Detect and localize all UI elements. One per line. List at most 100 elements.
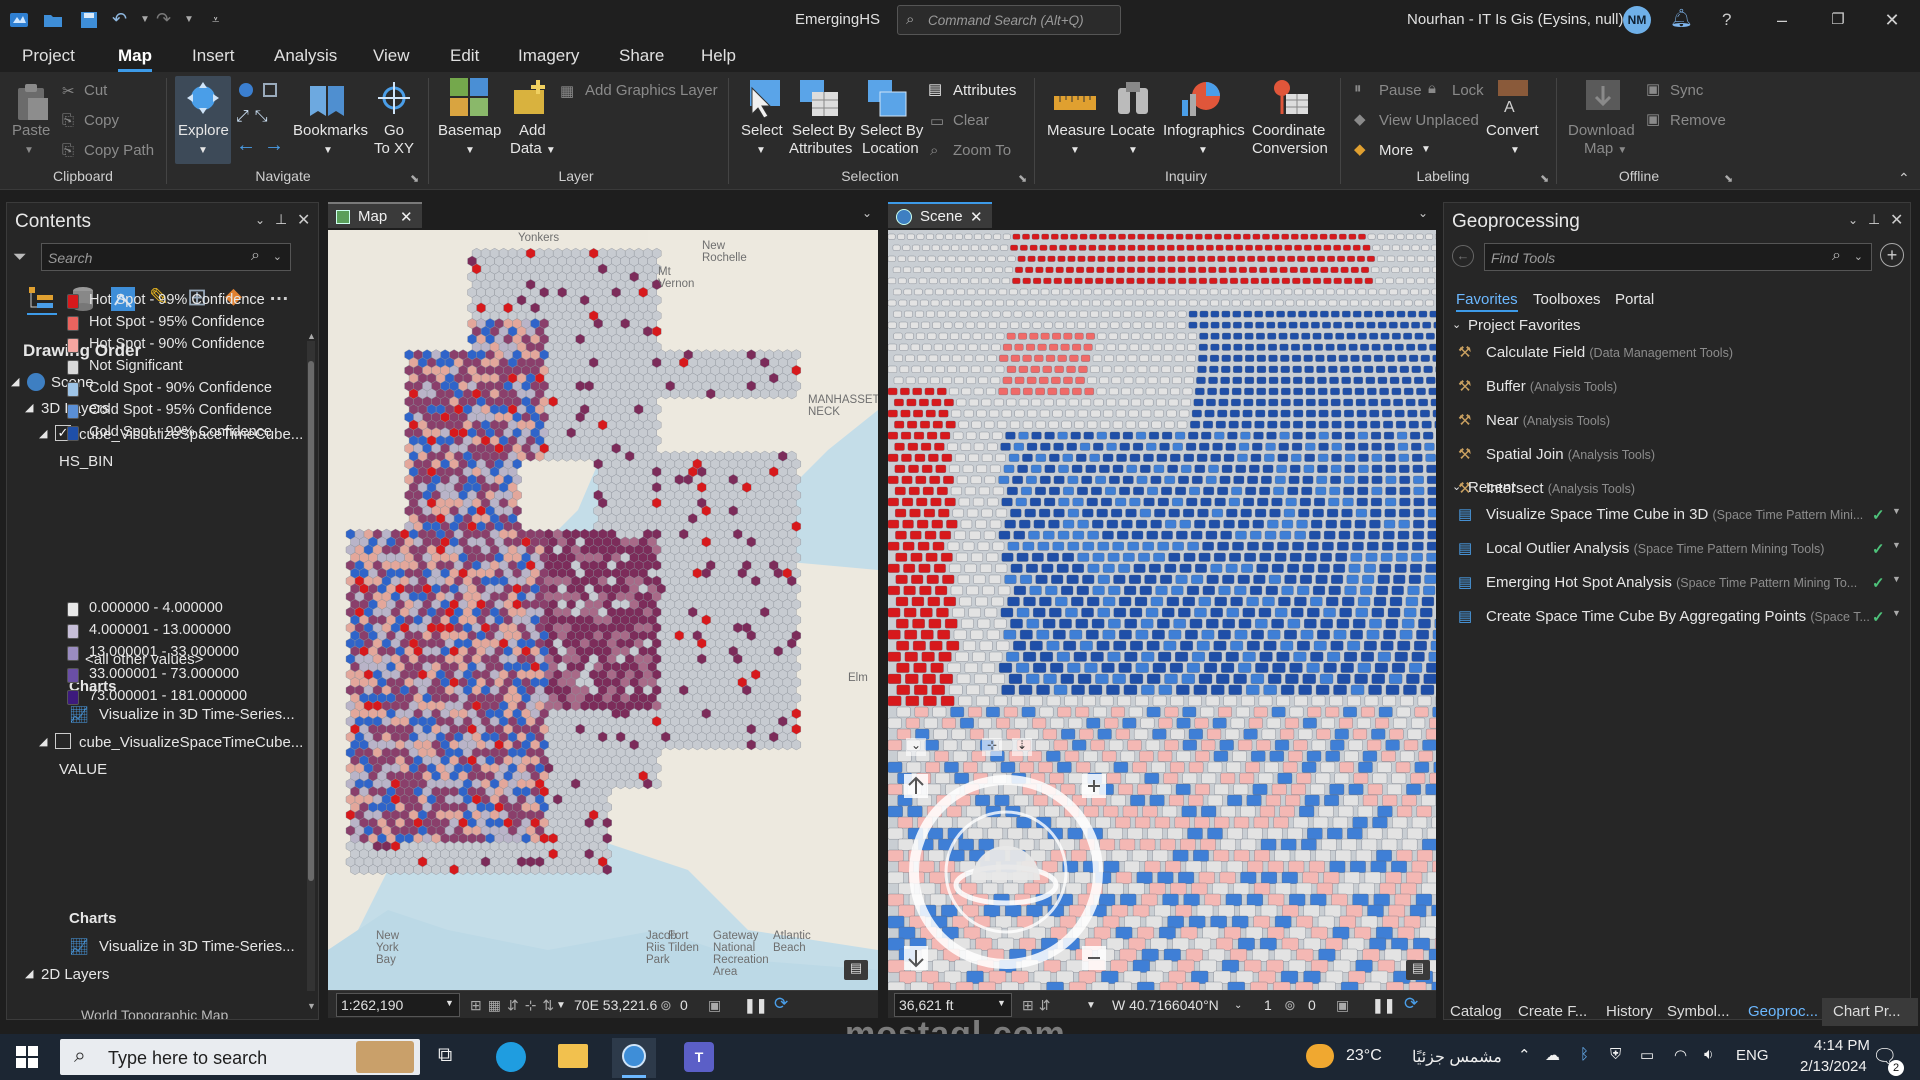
- open-project-icon[interactable]: [42, 9, 64, 31]
- restore-button[interactable]: ❐: [1818, 6, 1858, 34]
- measure-dropdown-icon[interactable]: ▼: [1070, 142, 1080, 160]
- basemap-button[interactable]: Basemap: [438, 122, 501, 140]
- legend-label[interactable]: Not Significant: [89, 358, 183, 374]
- legend-label[interactable]: 33.000001 - 73.000000: [89, 666, 239, 682]
- scene-canvas[interactable]: [888, 230, 1436, 990]
- legend-label[interactable]: Hot Spot - 95% Confidence: [89, 314, 265, 330]
- cut-icon[interactable]: ✂: [62, 82, 75, 100]
- previous-next-extent-icon[interactable]: ←→: [236, 134, 292, 157]
- tab-project[interactable]: Project: [22, 46, 75, 66]
- legend-swatch[interactable]: [67, 690, 79, 705]
- go-to-xy-icon[interactable]: [378, 80, 410, 120]
- fixed-zoom-icon[interactable]: ⤢⤡: [236, 108, 274, 126]
- lock-button[interactable]: Lock: [1452, 82, 1484, 99]
- paste-button[interactable]: Paste: [12, 122, 50, 140]
- pause-labeling-icon[interactable]: ⏸: [1354, 80, 1362, 97]
- select-by-attributes-label-2[interactable]: Attributes: [789, 140, 852, 158]
- zoom-to-button[interactable]: Zoom To: [953, 142, 1011, 159]
- scene-view[interactable]: ⌄ ⊹ ⇣ ▤: [888, 230, 1436, 990]
- measure-icon[interactable]: [1054, 82, 1098, 118]
- map-scale-select[interactable]: 1:262,190 ▼: [336, 993, 460, 1017]
- convert-button[interactable]: Convert: [1486, 122, 1539, 140]
- legend-swatch[interactable]: [67, 338, 79, 353]
- convert-dropdown-icon[interactable]: ▼: [1510, 142, 1520, 160]
- expand-arrow-icon[interactable]: ◢: [25, 967, 33, 980]
- copy-icon[interactable]: ⎘: [62, 112, 74, 129]
- attributes-icon[interactable]: ▤: [928, 80, 942, 98]
- go-to-xy-label-1[interactable]: Go: [384, 122, 404, 140]
- expand-arrow-icon[interactable]: ◢: [39, 735, 47, 748]
- legend-label[interactable]: 73.000001 - 181.000000: [89, 688, 247, 704]
- customize-toolbar-icon[interactable]: ⩡: [212, 12, 234, 34]
- save-icon[interactable]: [78, 9, 100, 31]
- download-map-icon[interactable]: [1584, 78, 1624, 118]
- bookmarks-button[interactable]: Bookmarks: [293, 122, 368, 140]
- go-to-xy-label-2[interactable]: To XY: [374, 140, 414, 158]
- coordinate-conversion-label-2[interactable]: Conversion: [1252, 140, 1328, 158]
- legend-swatch[interactable]: [67, 360, 79, 375]
- pane-menu-icon[interactable]: ⌄: [255, 213, 265, 227]
- legend-label[interactable]: Cold Spot - 99% Confidence: [89, 424, 272, 440]
- command-search-input[interactable]: ⌕ Command Search (Alt+Q): [897, 5, 1121, 35]
- infographics-button[interactable]: Infographics: [1163, 122, 1245, 140]
- signed-in-user[interactable]: Nourhan - IT Is Gis (Eysins, null): [1407, 11, 1623, 28]
- more-labeling-icon[interactable]: ◆: [1354, 140, 1366, 158]
- map-canvas[interactable]: [328, 230, 878, 990]
- view-menu-icon[interactable]: ⌄: [1418, 206, 1428, 220]
- more-dropdown-icon[interactable]: ▼: [1421, 144, 1431, 155]
- remove-icon[interactable]: ▣: [1646, 110, 1660, 128]
- add-data-label-1[interactable]: Add: [519, 122, 546, 140]
- close-tab-icon[interactable]: ✕: [970, 208, 983, 226]
- close-pane-icon[interactable]: ✕: [297, 210, 310, 230]
- scrollbar-thumb[interactable]: [308, 361, 314, 881]
- redo-dropdown-icon[interactable]: ▼: [184, 14, 206, 36]
- chart-item[interactable]: Visualize in 3D Time-Series...: [99, 706, 295, 723]
- select-by-attributes-label-1[interactable]: Select By: [792, 122, 855, 140]
- scrollbar-track[interactable]: [307, 341, 315, 991]
- select-icon[interactable]: [744, 78, 784, 118]
- legend-swatch[interactable]: [67, 382, 79, 397]
- basemap-row-clipped[interactable]: World Topographic Map: [55, 1009, 325, 1019]
- locate-button[interactable]: Locate: [1110, 122, 1155, 140]
- select-by-attributes-icon[interactable]: [800, 78, 840, 118]
- view-unplaced-icon[interactable]: ◆: [1354, 110, 1366, 128]
- copy-path-icon[interactable]: ⎘: [62, 142, 74, 159]
- tab-view[interactable]: View: [373, 46, 410, 66]
- scroll-up-icon[interactable]: ▲: [307, 331, 316, 341]
- contents-search-input[interactable]: Search ⌕ ⌄: [41, 243, 291, 271]
- legend-label[interactable]: Cold Spot - 90% Confidence: [89, 380, 272, 396]
- expand-arrow-icon[interactable]: ◢: [39, 427, 47, 440]
- close-button[interactable]: ✕: [1872, 6, 1912, 34]
- attributes-button[interactable]: Attributes: [953, 82, 1016, 99]
- legend-label[interactable]: Cold Spot - 95% Confidence: [89, 402, 272, 418]
- close-tab-icon[interactable]: ✕: [400, 208, 413, 226]
- select-dropdown-icon[interactable]: ▼: [756, 142, 766, 160]
- select-by-location-icon[interactable]: [868, 78, 908, 118]
- legend-label[interactable]: 13.000001 - 33.000000: [89, 644, 239, 660]
- coords-format-dropdown-icon[interactable]: ▼: [556, 1000, 566, 1011]
- add-data-icon[interactable]: [512, 78, 552, 118]
- basemap-icon[interactable]: [450, 78, 490, 118]
- tab-analysis[interactable]: Analysis: [274, 46, 337, 66]
- navigate-options-icon[interactable]: ⬊: [410, 172, 419, 185]
- lock-icon[interactable]: 🔒︎: [1428, 80, 1436, 97]
- legend-label[interactable]: 0.000000 - 4.000000: [89, 600, 223, 616]
- legend-swatch[interactable]: [67, 294, 79, 309]
- tab-imagery[interactable]: Imagery: [518, 46, 579, 66]
- full-extent-icon[interactable]: [236, 80, 280, 100]
- legend-label[interactable]: 4.000001 - 13.000000: [89, 622, 231, 638]
- legend-swatch[interactable]: [67, 316, 79, 331]
- view-unplaced-button[interactable]: View Unplaced: [1379, 112, 1479, 129]
- cut-button[interactable]: Cut: [84, 82, 107, 99]
- minimize-button[interactable]: –: [1762, 6, 1802, 34]
- more-options-icon[interactable]: …: [269, 283, 289, 306]
- filter-icon[interactable]: ⏷: [13, 247, 27, 267]
- legend-swatch[interactable]: [67, 646, 79, 661]
- overview-icon[interactable]: ▤: [844, 960, 868, 980]
- select-by-location-label-1[interactable]: Select By: [860, 122, 923, 140]
- sync-button[interactable]: Sync: [1670, 82, 1703, 99]
- chart-item[interactable]: Visualize in 3D Time-Series...: [99, 938, 295, 955]
- legend-swatch[interactable]: [67, 624, 79, 639]
- scroll-down-icon[interactable]: ▼: [307, 1001, 316, 1011]
- paste-dropdown-icon[interactable]: ▼: [24, 142, 34, 160]
